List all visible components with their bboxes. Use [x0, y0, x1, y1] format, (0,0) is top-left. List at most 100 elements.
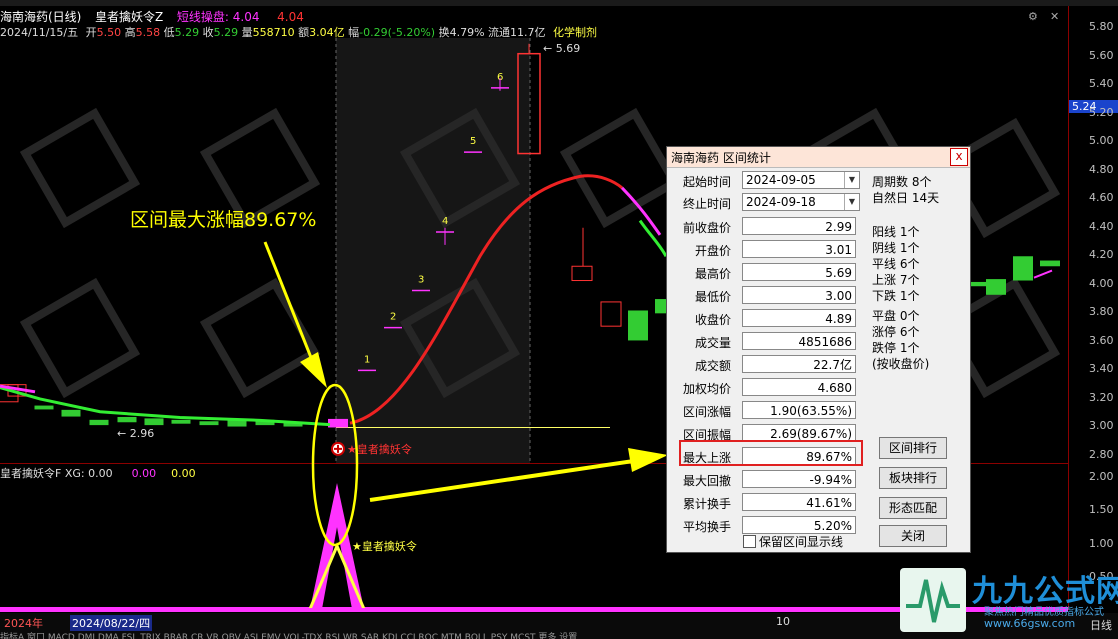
candle — [199, 421, 219, 426]
count-stat: (按收盘价) — [872, 357, 930, 371]
sub-tick-label: 2.00 — [1089, 470, 1114, 483]
dialog-titlebar[interactable]: 海南海药 区间统计 x — [667, 147, 970, 168]
price-tick-label: 3.80 — [1089, 305, 1114, 319]
stat-value: 4.680 — [742, 378, 856, 396]
count-stat: 平线 6个 — [872, 257, 920, 271]
pattern-match-button[interactable]: 形态匹配 — [879, 497, 947, 519]
chevron-down-icon[interactable]: ▼ — [844, 194, 859, 210]
candle — [34, 405, 54, 410]
stat-value: -9.94% — [742, 470, 856, 488]
stat-value: 1.90(63.55%) — [742, 401, 856, 419]
high-mark-label: ← 5.69 — [543, 42, 580, 55]
count-stat: 阳线 1个 — [872, 225, 920, 239]
indicator-name[interactable]: 皇者擒妖令Z — [95, 10, 163, 24]
price-tick-label: 4.60 — [1089, 191, 1114, 205]
start-date-picker[interactable]: 2024-09-05 ▼ — [742, 171, 860, 189]
price-tick-label: 5.40 — [1089, 77, 1114, 91]
stat-label: 平均换手 — [682, 520, 731, 534]
sub-tick-label: 1.50 — [1089, 503, 1114, 516]
price-tick-label: 5.80 — [1089, 20, 1114, 33]
keep-interval-label: 保留区间显示线 — [759, 535, 844, 549]
stat-value: 4.89 — [742, 309, 856, 327]
price-axis: 5.80 5.60 5.40 5.24 5.20 5.00 4.80 4.60 4.40 4.20… — [1068, 6, 1118, 610]
end-date-value: 2024-09-18 — [746, 195, 816, 209]
stat-label: 最大回撤 — [682, 474, 731, 488]
stat-value: 41.61% — [742, 493, 856, 511]
stat-label: 加权均价 — [682, 382, 731, 396]
price-tick-label: 4.00 — [1089, 276, 1114, 290]
close-icon[interactable]: ✕ — [1050, 10, 1059, 23]
end-date-picker[interactable]: 2024-09-18 ▼ — [742, 193, 860, 211]
price-tick-label: 3.00 — [1089, 419, 1114, 433]
settings-icon[interactable]: ⚙ — [1028, 10, 1038, 23]
candle — [600, 301, 622, 327]
indicator-value-1: 4.04 — [232, 10, 260, 24]
price-tick-label: 4.80 — [1089, 162, 1114, 176]
stat-label: 收盘价 — [694, 313, 731, 327]
dialog-close-icon[interactable]: x — [950, 148, 968, 166]
low-mark-label: ← 2.96 — [117, 427, 154, 440]
close-button[interactable]: 关闭 — [879, 525, 947, 547]
dialog-title: 海南海药 区间统计 — [671, 151, 771, 165]
candle — [144, 418, 164, 426]
top-toolbar — [0, 0, 1118, 6]
range-rank-button[interactable]: 区间排行 — [879, 437, 947, 459]
price-tick-label: 5.20 — [1089, 105, 1114, 119]
price-tick-label: 5.00 — [1089, 134, 1114, 148]
step-number: 1 — [364, 354, 370, 365]
candle — [628, 310, 648, 341]
price-tick-label: 4.20 — [1089, 248, 1114, 262]
stat-label: 成交量 — [694, 336, 731, 350]
stock-title: 海南海药(日线) — [0, 10, 82, 24]
sector-rank-button[interactable]: 板块排行 — [879, 467, 947, 489]
step-number: 2 — [390, 312, 396, 323]
watermark-mark — [559, 107, 681, 229]
candle — [1040, 260, 1060, 267]
trend-line-magenta — [1033, 269, 1053, 279]
stat-value: 3.00 — [742, 286, 856, 304]
watermark-mark — [19, 107, 141, 229]
sub-tick-label: 1.00 — [1089, 537, 1114, 550]
candle — [61, 409, 81, 417]
start-date-value: 2024-09-05 — [746, 173, 816, 187]
quote-info-row: 2024/11/15/五 开5.50 高5.58 低5.29 收5.29 量55… — [0, 24, 597, 39]
count-stat: 涨停 6个 — [872, 325, 920, 339]
step-number: 3 — [418, 275, 424, 286]
count-stat: 跌停 1个 — [872, 341, 920, 355]
interval-stats-dialog[interactable]: 海南海药 区间统计 x 起始时间 2024-09-05 ▼ 终止时间 2024-… — [666, 146, 971, 553]
logo-subtitle: 聚焦热门精品优质指标公式 — [984, 607, 1104, 618]
signal-label: ★皇者擒妖令 — [347, 442, 412, 456]
price-tick-label: 3.60 — [1089, 333, 1114, 347]
candle — [89, 419, 109, 426]
stat-label: 开盘价 — [694, 244, 731, 258]
indicator-value-2: 4.04 — [277, 10, 304, 24]
step-number: 4 — [442, 216, 448, 227]
window-controls: ⚙ ✕ — [1028, 10, 1068, 24]
time-axis-mark-10: 10 — [776, 615, 790, 628]
time-axis-date-tag: 2024/08/22/四 — [70, 615, 153, 631]
price-tick-label: 3.20 — [1089, 390, 1114, 404]
end-time-label: 终止时间 — [682, 197, 731, 211]
stat-value: 3.01 — [742, 240, 856, 258]
stat-value: 5.69 — [742, 263, 856, 281]
candle — [171, 419, 191, 424]
candle — [117, 416, 137, 423]
site-logo: 九九公式网 聚焦热门精品优质指标公式 www.66gsw.com — [900, 566, 1118, 636]
chevron-down-icon[interactable]: ▼ — [844, 172, 859, 188]
keep-interval-checkbox[interactable] — [743, 535, 756, 548]
signal-candle — [328, 418, 348, 428]
step-number: 5 — [470, 136, 476, 147]
signal-label-sub: ★皇者擒妖令 — [352, 539, 417, 553]
stat-value: 2.99 — [742, 217, 856, 235]
time-axis-year: 2024年 — [4, 617, 43, 630]
count-stat: 下跌 1个 — [872, 289, 920, 303]
price-tick-label: 3.40 — [1089, 362, 1114, 376]
max-rise-highlight — [679, 440, 863, 466]
interval-shade — [336, 38, 530, 463]
price-tick-label: 5.60 — [1089, 48, 1114, 62]
candle — [1013, 256, 1033, 281]
stat-value: 5.20% — [742, 516, 856, 534]
count-stat: 平盘 0个 — [872, 309, 920, 323]
count-stat: 自然日 14天 — [872, 191, 940, 205]
count-stat: 上涨 7个 — [872, 273, 920, 287]
